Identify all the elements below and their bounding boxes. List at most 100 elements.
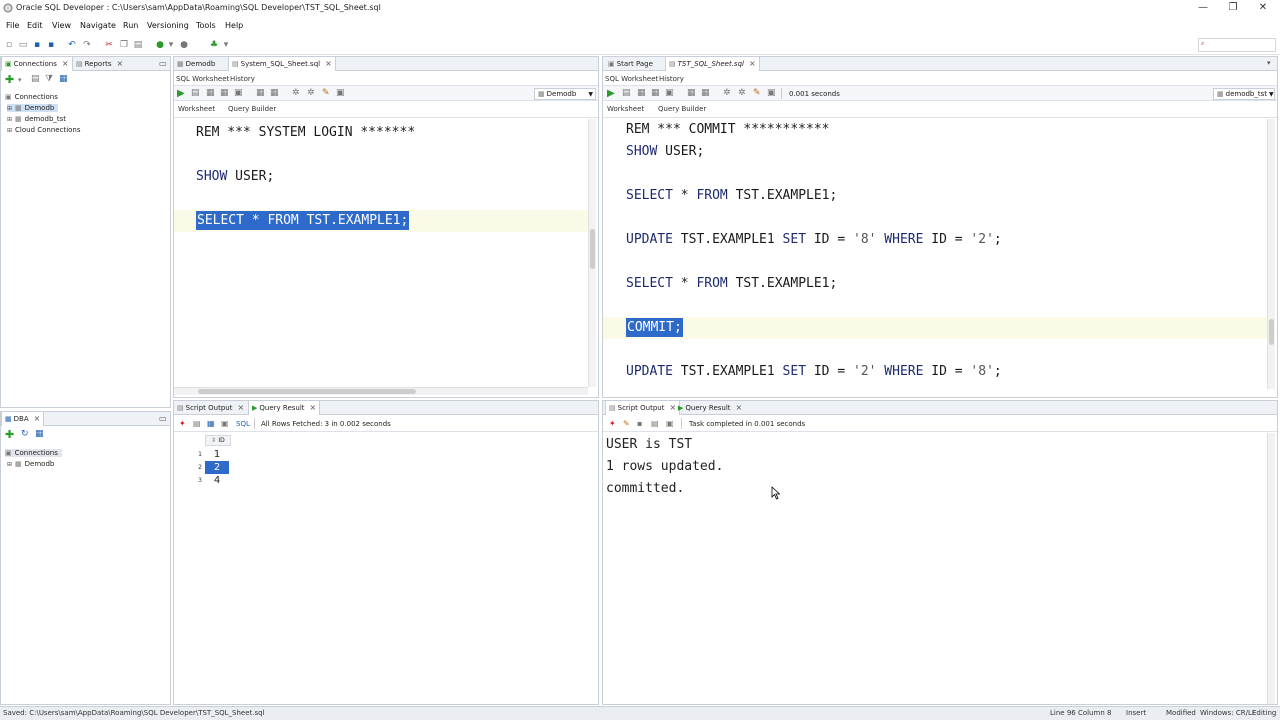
tab-query-result[interactable]: ▶ Query Result × [248, 401, 321, 415]
scrollbar-thumb[interactable] [590, 229, 595, 269]
tab-worksheet[interactable]: Worksheet [178, 105, 215, 113]
dropdown-icon[interactable]: ▾ [18, 76, 22, 84]
vertical-scrollbar[interactable] [1267, 433, 1275, 704]
tab-sql-worksheet[interactable]: SQL Worksheet [176, 75, 229, 83]
cell-id-selected[interactable]: 2 [205, 461, 229, 474]
close-icon[interactable]: × [736, 401, 743, 415]
script-output-area[interactable]: USER is TST 1 rows updated. committed. [603, 433, 1267, 705]
tree-item-demodb[interactable]: ⊞ ▦ Demodb [7, 104, 59, 112]
horizontal-scrollbar[interactable] [174, 387, 588, 395]
unshared-sql-icon[interactable]: ✲ [723, 88, 731, 98]
search-field[interactable]: ⌕ [1198, 38, 1276, 52]
scrollbar-thumb[interactable] [198, 389, 416, 394]
close-icon[interactable]: × [62, 57, 69, 71]
filter-icon[interactable]: ⧩ [45, 74, 53, 84]
tab-dba[interactable]: ▦ DBA × [1, 412, 45, 426]
close-button[interactable]: ✕ [1248, 1, 1278, 15]
connection-select[interactable]: ▦ Demodb ▼ [534, 88, 596, 100]
minimize-panel-icon[interactable]: ▭ [159, 414, 167, 423]
menu-navigate[interactable]: Navigate [80, 21, 116, 30]
buffer-icon[interactable]: ▣ [666, 419, 674, 428]
filter-icon[interactable]: ▦ [35, 429, 44, 439]
commit-icon[interactable]: ▦ [687, 88, 696, 98]
sql-tuning-icon[interactable]: ▣ [665, 88, 674, 98]
table-row[interactable]: 3 4 [188, 474, 228, 487]
rollback-icon[interactable]: ▦ [701, 88, 710, 98]
close-icon[interactable]: × [116, 57, 123, 71]
sql-history-icon[interactable]: ▣ [767, 88, 776, 98]
tab-sql-worksheet[interactable]: SQL Worksheet [605, 75, 658, 83]
menu-help[interactable]: Help [225, 21, 243, 30]
sql-monitor-icon[interactable]: ♣ [208, 39, 220, 51]
refresh-icon[interactable]: ↻ [21, 429, 29, 439]
paste-icon[interactable]: ▤ [132, 39, 144, 51]
copy-icon[interactable]: ❐ [118, 39, 130, 51]
to-upper-icon[interactable]: ✲ [738, 88, 746, 98]
clear-icon[interactable]: ✎ [753, 88, 761, 98]
save-icon[interactable]: ▪ [637, 419, 642, 428]
save-icon[interactable]: ▪ [31, 39, 43, 51]
sql-label[interactable]: SQL [236, 420, 250, 428]
sql-tuning-icon[interactable]: ▣ [234, 88, 243, 98]
run-dropdown-icon[interactable]: ▾ [165, 39, 177, 51]
explain-icon[interactable]: ▦ [220, 88, 229, 98]
open-icon[interactable]: ▭ [17, 39, 29, 51]
tab-worksheet[interactable]: Worksheet [607, 105, 644, 113]
to-upper-icon[interactable]: ✲ [307, 88, 315, 98]
expand-icon[interactable]: ⊞ [7, 127, 12, 134]
autotrace-icon[interactable]: ▦ [637, 88, 646, 98]
close-icon[interactable]: × [325, 57, 332, 71]
explain-icon[interactable]: ▦ [651, 88, 660, 98]
tree-item-demodb-tst[interactable]: ⊞ ▦ demodb_tst [7, 115, 66, 123]
tab-system-sql-sheet[interactable]: ▤ System_SQL_Sheet.sql × [228, 57, 336, 71]
tab-list-icon[interactable]: ▾ [1267, 59, 1271, 67]
tab-script-output[interactable]: ▤ Script Output × [174, 401, 247, 415]
menu-run[interactable]: Run [123, 21, 138, 30]
tree-item-cloud-connections[interactable]: ⊞ Cloud Connections [7, 126, 81, 134]
add-connection-icon[interactable]: ✚ [5, 73, 14, 86]
menu-versioning[interactable]: Versioning [147, 21, 189, 30]
pin-icon[interactable]: ✦ [609, 419, 616, 428]
expand-icon[interactable]: ⊞ [7, 461, 12, 468]
sql-editor-left[interactable]: REM *** SYSTEM LOGIN ******* SHOW USER; … [174, 119, 588, 387]
sql-history-icon[interactable]: ▣ [336, 88, 345, 98]
run-script-icon[interactable]: ▤ [191, 88, 200, 98]
tree-item-dba-connections[interactable]: ▣ Connections [5, 449, 62, 457]
column-header-id[interactable]: ⇳ ID [205, 435, 231, 446]
new-icon[interactable]: ▫ [3, 39, 15, 51]
run-statement-icon[interactable]: ▶ [607, 88, 615, 99]
pin-icon[interactable]: ✦ [179, 419, 186, 428]
expand-icon[interactable]: ⊞ [7, 105, 12, 112]
expand-icon[interactable]: ⊞ [7, 116, 12, 123]
redo-icon[interactable]: ↷ [81, 39, 93, 51]
cell-id[interactable]: 4 [205, 474, 229, 487]
menu-edit[interactable]: Edit [27, 21, 43, 30]
close-icon[interactable]: × [310, 401, 317, 415]
clear-icon[interactable]: ✎ [623, 419, 630, 428]
table-row[interactable]: 1 1 [188, 448, 228, 461]
run-statement-icon[interactable]: ▶ [177, 88, 185, 99]
print-icon[interactable]: ▤ [651, 419, 659, 428]
stop-icon[interactable]: ● [178, 39, 190, 51]
connection-select[interactable]: ▦ demodb_tst ▼ [1213, 88, 1275, 100]
schema-browser-icon[interactable]: ▦ [59, 74, 68, 84]
unshared-sql-icon[interactable]: ✲ [292, 88, 300, 98]
tab-query-builder[interactable]: Query Builder [228, 105, 276, 113]
menu-tools[interactable]: Tools [196, 21, 216, 30]
cell-id[interactable]: 1 [205, 448, 229, 461]
tab-script-output[interactable]: ▤ Script Output × [605, 401, 681, 415]
autotrace-icon[interactable]: ▦ [206, 88, 215, 98]
print-icon[interactable]: ▤ [193, 419, 201, 428]
close-icon[interactable]: × [749, 57, 756, 71]
close-icon[interactable]: × [237, 401, 244, 415]
cut-icon[interactable]: ✂ [103, 39, 115, 51]
tab-demodb[interactable]: ▦ Demodb [174, 57, 218, 71]
tab-history[interactable]: History [230, 75, 255, 83]
tab-query-result[interactable]: ▶ Query Result × [675, 401, 745, 415]
refresh-icon[interactable]: ▤ [31, 74, 40, 84]
table-row[interactable]: 2 2 [188, 461, 229, 474]
tab-query-builder[interactable]: Query Builder [658, 105, 706, 113]
restore-button[interactable]: ❐ [1218, 1, 1248, 15]
tab-tst-sql-sheet[interactable]: ▤ TST_SQL_Sheet.sql × [665, 57, 760, 71]
monitor-dropdown-icon[interactable]: ▾ [220, 39, 232, 51]
